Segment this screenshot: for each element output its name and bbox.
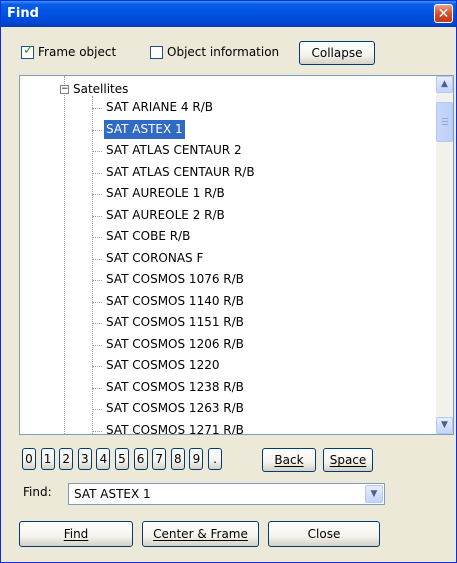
digit-button[interactable]: 9 (189, 448, 204, 470)
tree-node-label: Satellites (73, 82, 129, 96)
space-button[interactable]: Space (323, 448, 373, 472)
tree-branch-line (92, 151, 102, 152)
collapse-button[interactable]: Collapse (299, 41, 375, 65)
frame-object-label: Frame object (38, 45, 117, 59)
tree-branch-line (92, 323, 102, 324)
tree-item[interactable]: SAT COSMOS 1263 R/B (104, 399, 246, 418)
frame-object-check-box[interactable] (21, 43, 34, 59)
window-title: Find (7, 6, 39, 21)
digit-button[interactable]: 5 (115, 448, 129, 470)
close-button[interactable]: Close (268, 521, 380, 547)
back-button[interactable]: Back (262, 448, 316, 472)
tree-item[interactable]: SAT ATLAS CENTAUR R/B (104, 163, 257, 182)
space-button-label: Space (329, 453, 367, 467)
collapse-node-icon[interactable]: − (60, 84, 69, 94)
tree-branch-line (92, 258, 102, 260)
tree-item[interactable]: SAT AUREOLE 2 R/B (104, 206, 227, 225)
scrollbar-thumb[interactable] (436, 102, 453, 142)
tree-item[interactable]: SAT ARIANE 4 R/B (104, 98, 215, 117)
tree-item[interactable]: SAT COBE R/B (104, 227, 192, 246)
find-button[interactable]: Find (19, 521, 133, 547)
digit-button[interactable]: 2 (59, 448, 74, 470)
object-information-check-box[interactable] (150, 45, 163, 59)
digit-button[interactable]: 8 (170, 448, 185, 470)
digit-button[interactable]: 4 (96, 448, 111, 470)
grip-line (442, 124, 448, 125)
tree-branch-line (92, 237, 102, 238)
close-button-label: Close (307, 527, 341, 541)
tree-item[interactable]: SAT COSMOS 1206 R/B (104, 335, 246, 354)
digit-button[interactable]: 0 (22, 448, 36, 470)
tree-branch-line (92, 387, 102, 389)
center-frame-button-label: Center & Frame (153, 527, 248, 541)
tree-item[interactable]: SAT COSMOS 1076 R/B (104, 270, 246, 289)
center-frame-button[interactable]: Center & Frame (142, 521, 259, 547)
frame-object-checkbox[interactable]: Frame object (21, 43, 116, 61)
collapse-button-label: Collapse (311, 46, 363, 60)
tree-branch-line (92, 430, 102, 432)
tree-item[interactable]: SAT ATLAS CENTAUR 2 (104, 141, 244, 160)
tree-item[interactable]: SAT CORONAS F (104, 249, 205, 268)
tree-branch-line (92, 108, 102, 109)
digit-button[interactable]: 1 (40, 448, 55, 470)
close-window-button[interactable]: ✕ (434, 4, 453, 23)
find-label: Find: (23, 485, 52, 499)
tree-item[interactable]: SAT COSMOS 1151 R/B (104, 313, 246, 332)
find-combobox[interactable]: SAT ASTEX 1 ▼ (68, 483, 385, 505)
find-input[interactable]: SAT ASTEX 1 (74, 487, 151, 501)
grip-line (442, 118, 448, 119)
tree-scrollbar[interactable]: ▲ ▼ (436, 76, 453, 434)
object-information-label: Object information (167, 45, 280, 59)
title-bar[interactable]: Find ✕ (1, 1, 456, 27)
tree-item[interactable]: SAT COSMOS 1220 (104, 356, 221, 375)
tree-branch-line (92, 215, 102, 217)
tree-guide-line (92, 96, 93, 434)
back-button-label: Back (274, 453, 304, 467)
tree-guide-line (64, 76, 65, 434)
tree-branch-line (92, 301, 102, 303)
tree-item[interactable]: SAT AUREOLE 1 R/B (104, 184, 227, 203)
tree-item[interactable]: SAT COSMOS 1238 R/B (104, 378, 246, 397)
scroll-down-icon[interactable]: ▼ (436, 417, 453, 434)
tree-node-satellites[interactable]: − Satellites (60, 82, 128, 96)
tree-item[interactable]: SAT COSMOS 1140 R/B (104, 292, 246, 311)
tree-branch-line (92, 344, 102, 346)
digit-button[interactable]: 6 (133, 448, 148, 470)
tree-branch-line (92, 129, 102, 131)
grip-line (442, 121, 448, 122)
scroll-up-icon[interactable]: ▲ (436, 76, 453, 93)
tree-branch-line (92, 172, 102, 174)
tree-branch-line (92, 409, 102, 410)
tree-branch-line (92, 280, 102, 281)
chevron-down-icon[interactable]: ▼ (365, 485, 383, 503)
tree-item[interactable]: SAT ASTEX 1 (103, 118, 186, 140)
digit-button[interactable]: 7 (152, 448, 167, 470)
find-button-label: Find (63, 527, 89, 541)
tree-branch-line (92, 366, 102, 367)
tree-branch-line (92, 194, 102, 195)
tree-item[interactable]: SAT COSMOS 1271 R/B (104, 421, 246, 435)
object-information-checkbox[interactable]: Object information (150, 43, 279, 61)
digit-button[interactable]: . (208, 448, 222, 470)
find-dialog: Find ✕ Frame object Object information C… (0, 0, 457, 563)
digit-button[interactable]: 3 (77, 448, 92, 470)
object-tree[interactable]: − Satellites SAT ARIANE 4 R/B SAT ASTEX 1… (19, 75, 454, 435)
